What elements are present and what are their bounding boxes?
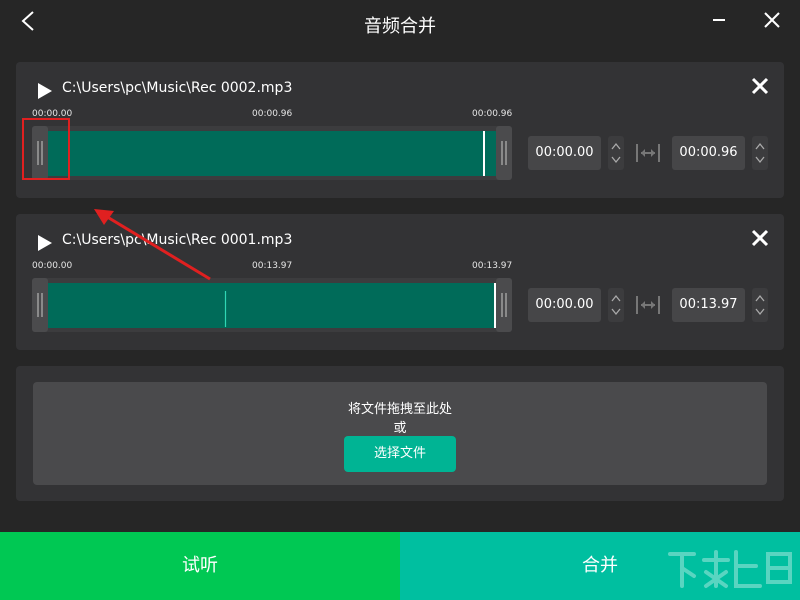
range-link-icon xyxy=(636,144,660,162)
waveform xyxy=(48,283,496,328)
remove-track-icon[interactable] xyxy=(750,76,770,96)
timeline-tick: 00:00.96 xyxy=(252,109,293,119)
play-icon[interactable] xyxy=(36,82,54,100)
watermark-logo xyxy=(668,550,792,588)
drop-or-label: 或 xyxy=(393,421,407,436)
trim-end-handle[interactable] xyxy=(496,278,512,332)
range-link-icon xyxy=(636,296,660,314)
waveform xyxy=(48,131,496,176)
timeline-tick: 00:00.96 xyxy=(472,109,513,119)
timeline-tick: 00:13.97 xyxy=(252,261,293,271)
annotation-highlight-box xyxy=(22,118,70,180)
timeline-tick: 00:00.00 xyxy=(32,261,73,271)
end-time-stepper[interactable] xyxy=(752,288,768,322)
end-time-field[interactable]: 00:13.97 xyxy=(672,288,745,322)
trim-start-handle[interactable] xyxy=(32,278,48,332)
audio-track-1: C:\Users\pc\Music\Rec 0002.mp3 00:00.00 … xyxy=(16,62,784,198)
waveform-area[interactable] xyxy=(32,126,512,180)
start-time-stepper[interactable] xyxy=(608,288,624,322)
close-icon[interactable] xyxy=(762,10,782,30)
end-time-stepper[interactable] xyxy=(752,136,768,170)
annotation-arrow-icon xyxy=(94,209,211,281)
start-time-field[interactable]: 00:00.00 xyxy=(528,136,601,170)
minimize-icon[interactable] xyxy=(709,10,729,30)
dropzone-panel: 将文件拖拽至此处 或 选择文件 xyxy=(16,366,784,501)
drop-hint: 将文件拖拽至此处 xyxy=(347,402,452,417)
trim-end-handle[interactable] xyxy=(496,126,512,180)
remove-track-icon[interactable] xyxy=(750,228,770,248)
choose-file-button[interactable]: 选择文件 xyxy=(344,436,456,472)
window-title: 音频合并 xyxy=(364,16,436,37)
file-dropzone[interactable]: 将文件拖拽至此处 或 选择文件 xyxy=(33,382,767,485)
file-path: C:\Users\pc\Music\Rec 0002.mp3 xyxy=(62,80,293,96)
start-time-field[interactable]: 00:00.00 xyxy=(528,288,601,322)
timeline-tick: 00:13.97 xyxy=(472,261,513,271)
preview-button[interactable]: 试听 xyxy=(0,532,400,600)
title-bar: 音频合并 xyxy=(0,0,800,46)
play-icon[interactable] xyxy=(36,234,54,252)
end-marker xyxy=(483,131,485,176)
end-time-field[interactable]: 00:00.96 xyxy=(672,136,745,170)
start-time-stepper[interactable] xyxy=(608,136,624,170)
waveform-area[interactable] xyxy=(32,278,512,332)
waveform-peak xyxy=(224,291,227,327)
